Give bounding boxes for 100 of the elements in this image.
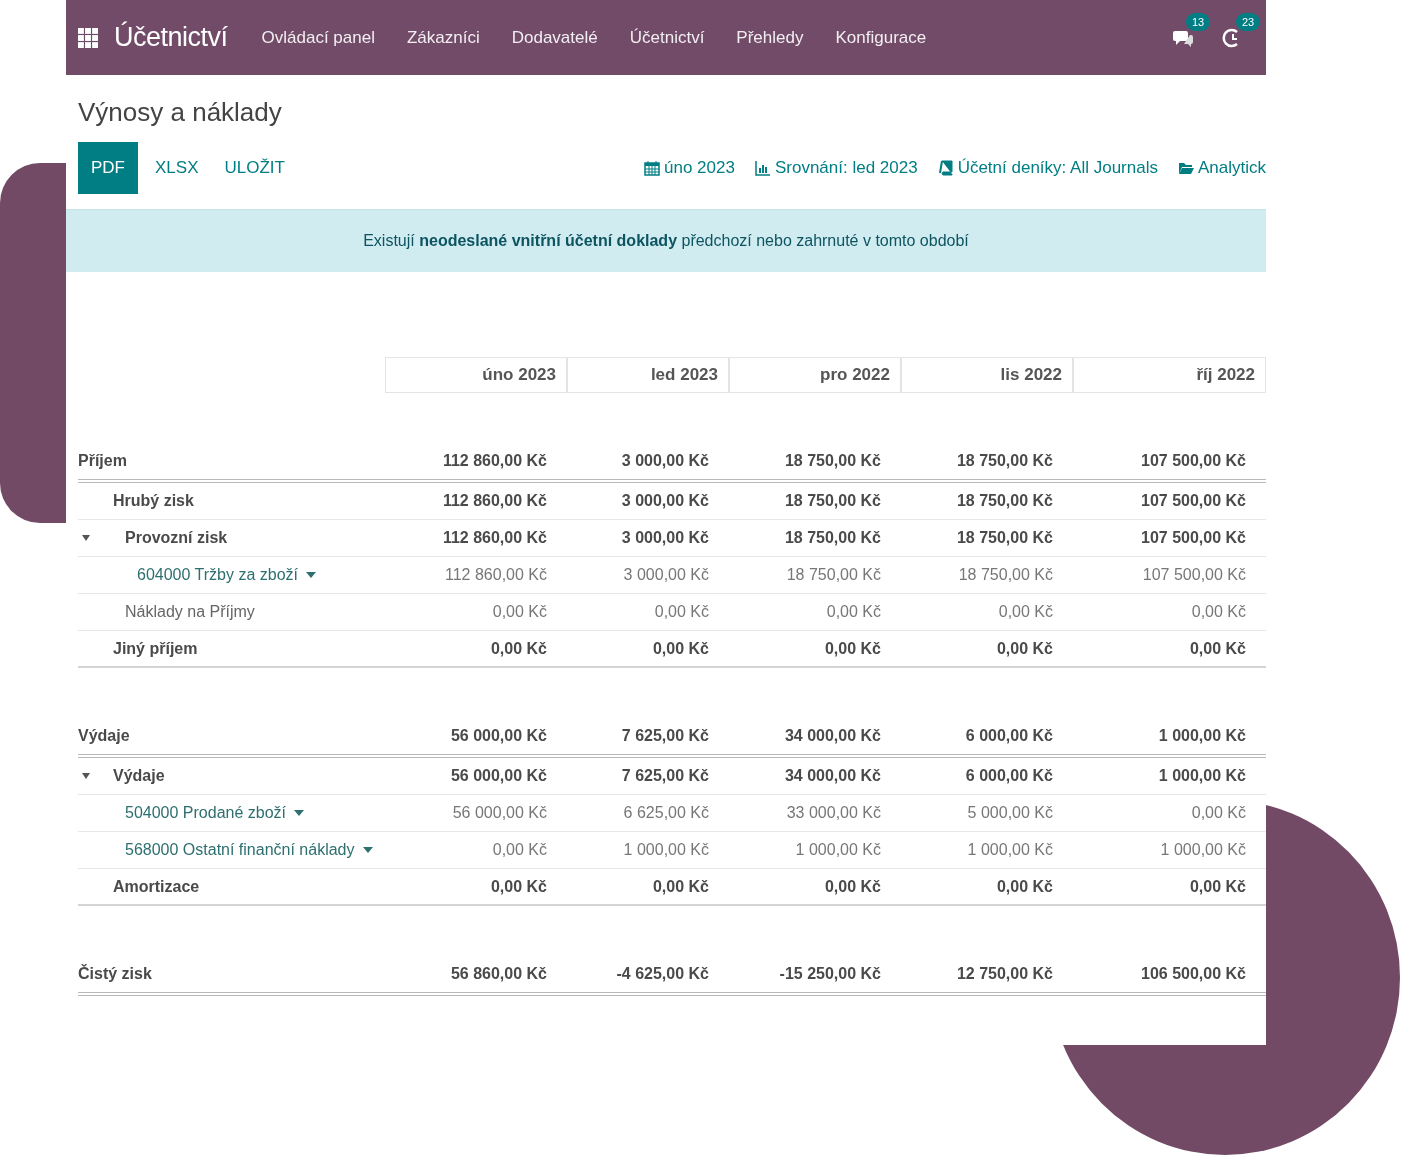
amount-cell: 6 625,00 Kč — [567, 795, 729, 832]
amount-cell: 0,00 Kč — [567, 631, 729, 668]
caret-icon[interactable] — [82, 772, 90, 780]
amount-cell: 0,00 Kč — [1073, 795, 1266, 832]
amount-cell: 0,00 Kč — [1073, 869, 1266, 906]
amount-cell: 107 500,00 Kč — [1073, 443, 1266, 483]
filter-button[interactable]: Analytick — [1177, 158, 1266, 178]
amount-cell: 34 000,00 Kč — [729, 718, 901, 758]
amount-cell: 1 000,00 Kč — [1073, 758, 1266, 795]
amount-cell: 18 750,00 Kč — [901, 443, 1073, 483]
row-label: Náklady na Příjmy — [125, 603, 255, 621]
amount-cell: 0,00 Kč — [729, 869, 901, 906]
amount-cell: 0,00 Kč — [729, 594, 901, 631]
menu-item[interactable]: Konfigurace — [835, 27, 927, 48]
amount-cell: 3 000,00 Kč — [567, 520, 729, 557]
caret-icon — [306, 570, 316, 580]
amount-cell: 0,00 Kč — [729, 631, 901, 668]
amount-cell: 3 000,00 Kč — [567, 483, 729, 520]
menu-item[interactable]: Účetnictví — [629, 27, 705, 48]
filter-button[interactable]: úno 2023 — [644, 158, 735, 178]
account-link[interactable]: 604000 Tržby za zboží — [137, 566, 316, 584]
book-icon — [937, 160, 954, 176]
amount-cell: -15 250,00 Kč — [729, 956, 901, 996]
column-header: led 2023 — [567, 357, 729, 393]
folder-icon — [1177, 160, 1194, 176]
amount-cell: 3 000,00 Kč — [567, 443, 729, 483]
column-header: lis 2022 — [901, 357, 1073, 393]
apps-grid-icon[interactable] — [78, 27, 98, 48]
amount-cell: -4 625,00 Kč — [567, 956, 729, 996]
row-label: Příjem — [78, 452, 127, 470]
row-label: Hrubý zisk — [113, 492, 194, 510]
amount-cell: 18 750,00 Kč — [901, 557, 1073, 594]
amount-cell: 12 750,00 Kč — [901, 956, 1073, 996]
row-label: Jiný příjem — [113, 639, 198, 658]
amount-cell: 0,00 Kč — [385, 832, 567, 869]
amount-cell: 0,00 Kč — [385, 594, 567, 631]
amount-cell: 1 000,00 Kč — [901, 832, 1073, 869]
menu-item[interactable]: Dodavatelé — [511, 27, 598, 48]
row-label: Amortizace — [113, 877, 200, 896]
amount-cell: 1 000,00 Kč — [1073, 718, 1266, 758]
pdf-button[interactable]: PDF — [78, 142, 138, 194]
amount-cell: 56 000,00 Kč — [385, 718, 567, 758]
amount-cell: 0,00 Kč — [1073, 631, 1266, 668]
amount-cell: 112 860,00 Kč — [385, 520, 567, 557]
row-label: Výdaje — [113, 767, 165, 785]
row-label: Čistý zisk — [78, 965, 152, 983]
amount-cell: 0,00 Kč — [901, 631, 1073, 668]
menu-item[interactable]: Zákazníci — [406, 27, 480, 48]
amount-cell: 1 000,00 Kč — [1073, 832, 1266, 869]
amount-cell: 33 000,00 Kč — [729, 795, 901, 832]
amount-cell: 18 750,00 Kč — [729, 557, 901, 594]
row-label: Provozní zisk — [125, 529, 228, 547]
amount-cell: 0,00 Kč — [385, 869, 567, 906]
amount-cell: 0,00 Kč — [1073, 594, 1266, 631]
amount-cell: 1 000,00 Kč — [567, 832, 729, 869]
amount-cell: 3 000,00 Kč — [567, 557, 729, 594]
amount-cell: 18 750,00 Kč — [729, 443, 901, 483]
amount-cell: 7 625,00 Kč — [567, 718, 729, 758]
filter-button[interactable]: Srovnání: led 2023 — [754, 158, 918, 178]
row-label: Výdaje — [78, 727, 130, 745]
app-title: Účetnictví — [114, 22, 228, 53]
amount-cell: 107 500,00 Kč — [1073, 557, 1266, 594]
amount-cell: 7 625,00 Kč — [567, 758, 729, 795]
filter-button[interactable]: Účetní deníky: All Journals — [937, 158, 1158, 178]
amount-cell: 107 500,00 Kč — [1073, 520, 1266, 557]
toolbar-button[interactable]: XLSX — [142, 142, 212, 194]
amount-cell: 18 750,00 Kč — [901, 483, 1073, 520]
caret-icon[interactable] — [82, 534, 90, 542]
amount-cell: 56 000,00 Kč — [385, 758, 567, 795]
amount-cell: 56 000,00 Kč — [385, 795, 567, 832]
amount-cell: 6 000,00 Kč — [901, 758, 1073, 795]
account-link[interactable]: 504000 Prodané zboží — [125, 804, 304, 822]
amount-cell: 107 500,00 Kč — [1073, 483, 1266, 520]
amount-cell: 5 000,00 Kč — [901, 795, 1073, 832]
amount-cell: 6 000,00 Kč — [901, 718, 1073, 758]
amount-cell: 0,00 Kč — [567, 869, 729, 906]
amount-cell: 112 860,00 Kč — [385, 443, 567, 483]
amount-cell: 106 500,00 Kč — [1073, 956, 1266, 996]
amount-cell: 18 750,00 Kč — [729, 483, 901, 520]
amount-cell: 0,00 Kč — [567, 594, 729, 631]
calendar-icon — [644, 160, 660, 176]
count-badge: 23 — [1236, 12, 1261, 31]
caret-icon — [362, 845, 373, 855]
amount-cell: 0,00 Kč — [385, 631, 567, 668]
amount-cell: 112 860,00 Kč — [385, 483, 567, 520]
amount-cell: 112 860,00 Kč — [385, 557, 567, 594]
amount-cell: 1 000,00 Kč — [729, 832, 901, 869]
menu-item[interactable]: Přehledy — [736, 27, 804, 48]
amount-cell: 56 860,00 Kč — [385, 956, 567, 996]
amount-cell: 34 000,00 Kč — [729, 758, 901, 795]
amount-cell: 18 750,00 Kč — [729, 520, 901, 557]
column-header: říj 2022 — [1073, 357, 1266, 393]
column-header: úno 2023 — [385, 357, 567, 393]
page-title: Výnosy a náklady — [78, 97, 283, 128]
menu-item[interactable]: Ovládací panel — [261, 27, 375, 48]
toolbar-button[interactable]: ULOŽIT — [211, 142, 298, 194]
account-link[interactable]: 568000 Ostatní finanční náklady — [125, 841, 373, 859]
bar-chart-icon — [754, 160, 771, 176]
count-badge: 13 — [1186, 12, 1211, 31]
alert-message: Existují neodeslané vnitřní účetní doklady předchozí nebo zahrnuté v tomto období — [363, 232, 969, 250]
